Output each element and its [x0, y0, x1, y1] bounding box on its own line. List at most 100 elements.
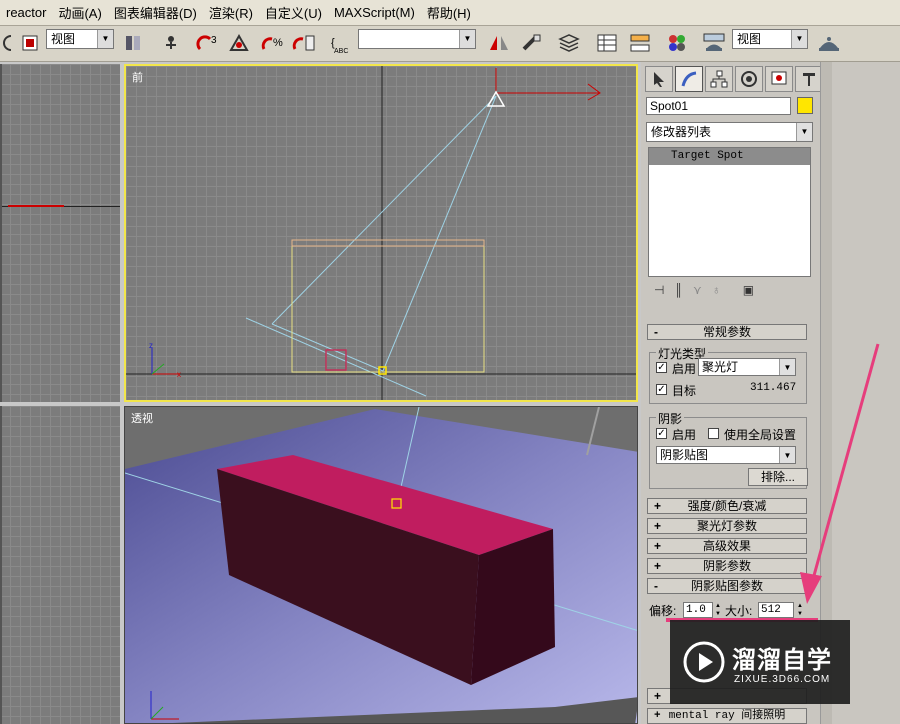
show-end-result-icon[interactable]: ║ — [674, 283, 683, 297]
chevron-down-icon: ▼ — [97, 30, 113, 48]
light-enable-label: 启用 — [672, 362, 697, 376]
main-toolbar: 视图 ▼ 3 % {ABC ▼ 视图 ▼ — [0, 26, 900, 62]
viewport-front[interactable]: 前 x z — [124, 64, 638, 402]
select-manipulate-icon[interactable] — [158, 31, 184, 55]
display-tab-icon[interactable] — [765, 66, 793, 92]
undo-icon[interactable] — [0, 31, 14, 55]
snap-3d-icon[interactable]: 3 — [194, 31, 222, 55]
motion-tab-icon[interactable] — [735, 66, 763, 92]
object-name-field[interactable]: Spot01 — [646, 97, 791, 115]
shadow-enable-checkbox[interactable]: ✓ — [656, 428, 667, 439]
bias-label: 偏移: — [649, 604, 677, 618]
perspective-scene — [125, 407, 637, 723]
render-scene-icon[interactable] — [700, 31, 728, 55]
bias-spinner[interactable]: 1.0 — [683, 602, 713, 618]
collapse-icon: - — [654, 325, 658, 339]
rollout-title: mental ray 间接照明 — [668, 710, 786, 722]
mirror-icon[interactable] — [486, 31, 512, 55]
stack-tools: ⊣ ║ ⋎ ♁ ▣ — [648, 280, 811, 300]
render-type-value: 视图 — [737, 32, 762, 46]
named-selection-select[interactable]: ▼ — [358, 29, 476, 49]
angle-snap-icon[interactable] — [226, 31, 252, 55]
size-label: 大小: — [725, 604, 753, 618]
menu-animation[interactable]: 动画(A) — [52, 3, 107, 22]
svg-text:3: 3 — [211, 35, 217, 46]
configure-sets-icon[interactable]: ▣ — [743, 283, 754, 297]
expand-icon: + — [654, 539, 662, 553]
rollout-title: 聚光灯参数 — [696, 519, 757, 533]
pivot-center-icon[interactable] — [120, 31, 146, 55]
svg-text:x: x — [177, 370, 181, 379]
menu-maxscript[interactable]: MAXScript(M) — [328, 5, 421, 20]
modifier-list-label: 修改器列表 — [651, 125, 712, 139]
menu-bar: reactor 动画(A) 图表编辑器(D) 渲染(R) 自定义(U) MAXS… — [0, 0, 900, 26]
watermark-url: ZIXUE.3D66.COM — [734, 674, 831, 685]
utilities-tab-icon[interactable] — [795, 66, 823, 92]
curve-editor-icon[interactable] — [594, 31, 620, 55]
viewport-border — [0, 64, 2, 402]
shadow-type-value: 阴影贴图 — [660, 448, 709, 462]
menu-reactor[interactable]: reactor — [0, 5, 52, 20]
chevron-down-icon: ▼ — [791, 30, 807, 48]
menu-graph-editors[interactable]: 图表编辑器(D) — [108, 3, 203, 22]
viewport-left-top[interactable] — [0, 64, 120, 402]
rollout-title: 阴影参数 — [702, 559, 751, 573]
target-label: 目标 — [672, 384, 697, 398]
modify-tab-icon[interactable] — [675, 66, 703, 92]
schematic-view-icon[interactable] — [627, 31, 653, 55]
pin-stack-icon[interactable]: ⊣ — [654, 283, 664, 297]
expand-icon: + — [654, 559, 662, 573]
make-unique-icon[interactable]: ⋎ — [693, 283, 702, 297]
shadow-type-select[interactable]: 阴影贴图 ▼ — [656, 446, 796, 464]
expand-icon: + — [654, 689, 662, 703]
light-axis-line — [8, 205, 64, 207]
expand-icon: + — [654, 499, 662, 513]
modifier-stack: Target Spot — [648, 147, 811, 277]
target-checkbox[interactable]: ✓ — [656, 384, 667, 395]
watermark-title: 溜溜自学 — [732, 647, 832, 674]
percent-snap-icon[interactable]: % — [258, 31, 286, 55]
viewport-left-bottom[interactable] — [0, 406, 120, 724]
mental-ray-indirect-rollout[interactable]: + mental ray 间接照明 — [647, 708, 807, 724]
svg-text:ABC: ABC — [334, 48, 348, 54]
reference-coordinate-select[interactable]: 视图 ▼ — [46, 29, 114, 49]
chevron-down-icon: ▼ — [796, 123, 812, 141]
edit-named-selection-icon[interactable]: {ABC — [326, 31, 354, 55]
expand-icon: + — [654, 519, 662, 533]
rollout-title: 强度/颜色/衰减 — [687, 499, 767, 513]
play-logo-icon — [683, 641, 725, 683]
chevron-down-icon: ▼ — [459, 30, 475, 48]
light-type-value: 聚光灯 — [702, 360, 739, 374]
stack-item-target-spot[interactable]: Target Spot — [649, 148, 810, 165]
reference-coordinate-value: 视图 — [51, 32, 76, 46]
use-global-settings-checkbox[interactable] — [708, 428, 719, 439]
rollout-title: 高级效果 — [702, 539, 751, 553]
expand-icon: + — [654, 710, 661, 722]
layer-manager-icon[interactable] — [555, 31, 583, 55]
annotation-arrow — [800, 343, 880, 604]
rollout-title: 阴影贴图参数 — [690, 579, 763, 593]
watermark: 溜溜自学 ZIXUE.3D66.COM — [670, 620, 850, 704]
shadow-enable-label: 启用 — [672, 428, 697, 442]
align-icon[interactable] — [518, 31, 544, 55]
viewport-perspective[interactable]: 透视 — [124, 406, 638, 724]
menu-customize[interactable]: 自定义(U) — [259, 3, 328, 22]
select-region-icon[interactable] — [18, 31, 42, 55]
svg-text:z: z — [149, 341, 153, 350]
spinner-snap-icon[interactable] — [290, 31, 320, 55]
object-color-swatch[interactable] — [797, 97, 813, 114]
rollout-title: 常规参数 — [702, 325, 751, 339]
render-type-select[interactable]: 视图 ▼ — [732, 29, 808, 49]
modifier-list-select[interactable]: 修改器列表 ▼ — [646, 122, 813, 142]
light-enable-checkbox[interactable]: ✓ — [656, 362, 667, 373]
menu-rendering[interactable]: 渲染(R) — [203, 3, 259, 22]
command-panel-tabs — [645, 66, 823, 92]
create-tab-icon[interactable] — [645, 66, 673, 92]
viewport-border — [0, 406, 2, 724]
hierarchy-tab-icon[interactable] — [705, 66, 733, 92]
menu-help[interactable]: 帮助(H) — [421, 3, 477, 22]
remove-modifier-icon[interactable]: ♁ — [712, 283, 721, 297]
material-editor-icon[interactable] — [664, 31, 690, 55]
quick-render-icon[interactable] — [814, 31, 844, 55]
bias-spinner-arrows[interactable]: ▲ ▼ — [714, 602, 722, 618]
